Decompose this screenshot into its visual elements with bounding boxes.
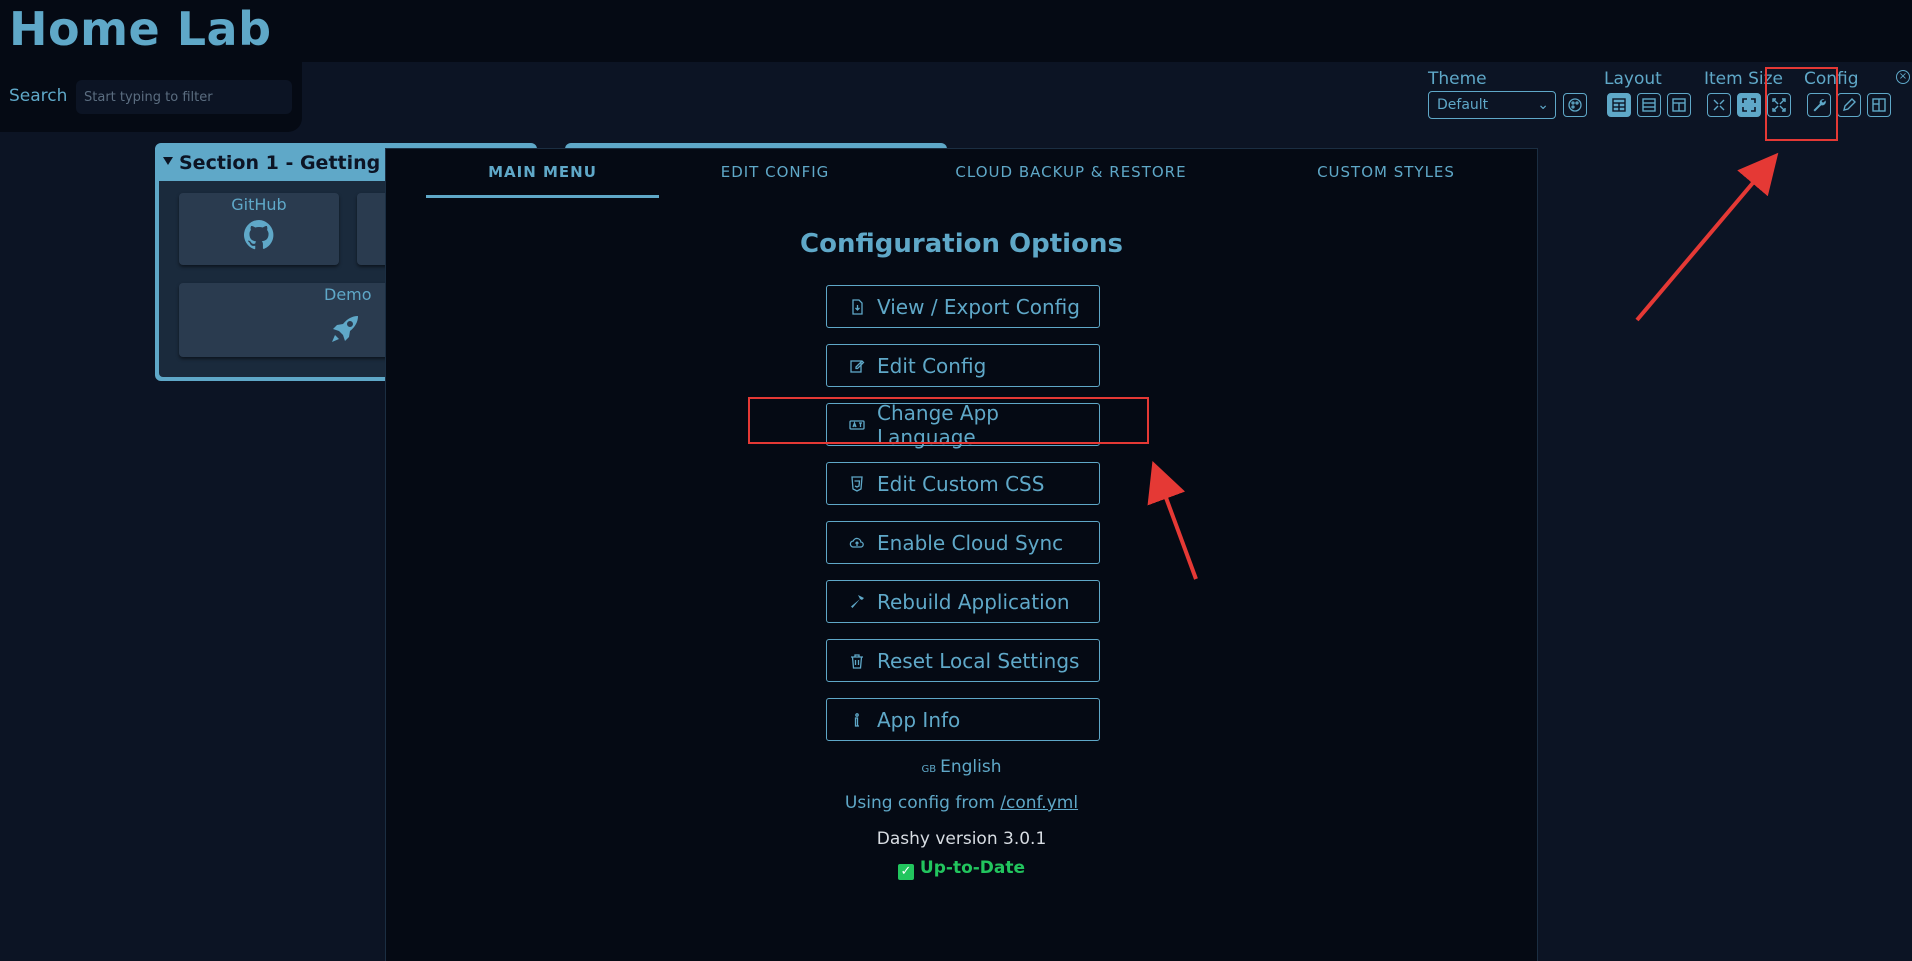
annotation-box-language	[748, 397, 1149, 444]
chevron-down-icon: ⌄	[1537, 97, 1549, 113]
language-name: English	[940, 757, 1002, 777]
top-header: Home Lab	[0, 0, 1912, 62]
flag-icon: GB	[921, 764, 937, 775]
item-tile-github[interactable]: GitHub	[179, 193, 339, 265]
search-label: Search	[9, 86, 68, 106]
active-tab-indicator	[426, 195, 659, 198]
app-version: Dashy version 3.0.1	[876, 829, 1047, 849]
option-label: Edit Custom CSS	[877, 471, 1045, 496]
app-info-button[interactable]: App Info	[826, 698, 1100, 741]
theme-select[interactable]: Default ⌄	[1428, 91, 1556, 119]
config-source: Using config from /conf.yml	[386, 793, 1537, 813]
layout-auto-icon[interactable]	[1607, 93, 1631, 117]
app-title[interactable]: Home Lab	[9, 2, 272, 56]
modal-heading: Configuration Options	[800, 229, 1123, 259]
cloud-upload-icon	[849, 535, 865, 551]
close-settings-icon[interactable]: ×	[1896, 70, 1910, 84]
size-medium-icon[interactable]	[1737, 93, 1761, 117]
modal-tabs: MAIN MENU EDIT CONFIG CLOUD BACKUP & RES…	[386, 149, 1537, 199]
file-export-icon	[849, 298, 865, 315]
option-label: App Info	[877, 707, 961, 732]
option-label: Edit Config	[877, 353, 987, 378]
config-prefix: Using config from	[844, 793, 995, 813]
search-bar: Search	[0, 62, 302, 132]
trash-icon	[849, 653, 865, 669]
edit-custom-css-button[interactable]: Edit Custom CSS	[826, 462, 1100, 505]
annotation-box-config	[1765, 67, 1838, 141]
pencil-icon[interactable]	[1837, 93, 1861, 117]
current-language: GB English	[386, 757, 1537, 777]
tab-edit-config[interactable]: EDIT CONFIG	[660, 163, 890, 181]
size-small-icon[interactable]	[1707, 93, 1731, 117]
collapse-triangle-icon[interactable]	[163, 157, 173, 165]
view-export-config-button[interactable]: View / Export Config	[826, 285, 1100, 328]
rebuild-application-button[interactable]: Rebuild Application	[826, 580, 1100, 623]
edit-icon	[849, 358, 865, 374]
layout-vertical-icon[interactable]	[1667, 93, 1691, 117]
config-path-link[interactable]: /conf.yml	[1000, 793, 1078, 813]
option-label: Rebuild Application	[877, 589, 1070, 614]
reset-local-settings-button[interactable]: Reset Local Settings	[826, 639, 1100, 682]
item-label: GitHub	[231, 195, 287, 214]
check-icon: ✓	[897, 864, 914, 880]
theme-label: Theme	[1428, 69, 1487, 89]
config-editor-icon[interactable]	[1867, 93, 1891, 117]
theme-select-value: Default	[1437, 97, 1489, 113]
option-label: View / Export Config	[877, 294, 1080, 319]
github-icon	[179, 220, 339, 254]
enable-cloud-sync-button[interactable]: Enable Cloud Sync	[826, 521, 1100, 564]
layout-horizontal-icon[interactable]	[1637, 93, 1661, 117]
search-input[interactable]	[76, 80, 292, 114]
tab-custom-styles[interactable]: CUSTOM STYLES	[1266, 163, 1506, 181]
arrow-to-config	[1635, 152, 1779, 322]
info-icon	[849, 712, 865, 728]
css-icon	[849, 475, 865, 492]
update-status: ✓ Up-to-Date	[386, 858, 1537, 880]
item-label: Demo	[324, 285, 372, 304]
config-modal: MAIN MENU EDIT CONFIG CLOUD BACKUP & RES…	[385, 148, 1538, 961]
option-label: Enable Cloud Sync	[877, 530, 1064, 555]
layout-label: Layout	[1604, 69, 1662, 89]
status-text: Up-to-Date	[919, 858, 1026, 878]
rocket-icon	[329, 313, 361, 349]
tab-main-menu[interactable]: MAIN MENU	[426, 163, 659, 181]
palette-icon[interactable]	[1563, 93, 1587, 117]
hammer-icon	[849, 594, 865, 610]
tab-cloud-backup[interactable]: CLOUD BACKUP & RESTORE	[926, 163, 1216, 181]
option-label: Reset Local Settings	[877, 648, 1080, 673]
edit-config-button[interactable]: Edit Config	[826, 344, 1100, 387]
